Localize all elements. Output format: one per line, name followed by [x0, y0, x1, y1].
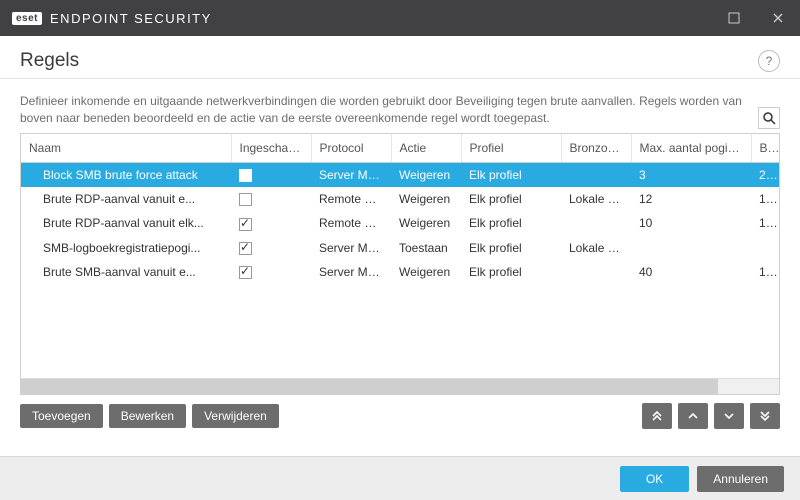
double-down-icon — [758, 409, 772, 423]
brand-logo: eset — [12, 12, 42, 25]
cell-max: 40 — [631, 260, 751, 284]
help-icon: ? — [766, 54, 773, 68]
cell-protocol: Server Mes... — [311, 260, 391, 284]
cell-protocol: Remote D... — [311, 187, 391, 211]
table-header-row: Naam Ingeschakeld Protocol Actie Profiel… — [21, 134, 779, 163]
col-header-b[interactable]: B... — [751, 134, 779, 163]
cell-profile: Elk profiel — [461, 187, 561, 211]
action-bar: Toevoegen Bewerken Verwijderen — [20, 403, 780, 429]
cell-max — [631, 236, 751, 260]
col-header-enabled[interactable]: Ingeschakeld — [231, 134, 311, 163]
move-down-button[interactable] — [714, 403, 744, 429]
cell-enabled — [231, 162, 311, 187]
cell-enabled — [231, 187, 311, 211]
double-up-icon — [650, 409, 664, 423]
titlebar: eset ENDPOINT SECURITY — [0, 0, 800, 36]
cell-enabled — [231, 260, 311, 284]
cell-b: 20 — [751, 162, 779, 187]
move-up-button[interactable] — [678, 403, 708, 429]
move-bottom-button[interactable] — [750, 403, 780, 429]
window-minimize-button[interactable] — [712, 0, 756, 36]
page-title: Regels — [20, 50, 79, 72]
cell-enabled — [231, 236, 311, 260]
col-header-protocol[interactable]: Protocol — [311, 134, 391, 163]
rules-table: Naam Ingeschakeld Protocol Actie Profiel… — [20, 133, 780, 396]
minimize-icon — [728, 12, 740, 24]
horizontal-scrollbar[interactable] — [21, 378, 779, 394]
cell-profile: Elk profiel — [461, 211, 561, 235]
search-button[interactable] — [758, 107, 780, 129]
cell-source — [561, 260, 631, 284]
cell-protocol: Server Mes... — [311, 162, 391, 187]
cell-name: Brute RDP-aanval vanuit e... — [21, 187, 231, 211]
help-button[interactable]: ? — [758, 50, 780, 72]
move-top-button[interactable] — [642, 403, 672, 429]
enabled-checkbox[interactable] — [239, 193, 252, 206]
cell-profile: Elk profiel — [461, 162, 561, 187]
enabled-checkbox[interactable] — [239, 266, 252, 279]
table-row[interactable]: Block SMB brute force attack Server Mes..… — [21, 162, 779, 187]
cell-action: Weigeren — [391, 162, 461, 187]
cell-name: Block SMB brute force attack — [21, 162, 231, 187]
cell-source: Lokale adr... — [561, 187, 631, 211]
edit-button[interactable]: Bewerken — [109, 404, 186, 428]
cell-profile: Elk profiel — [461, 260, 561, 284]
cell-max: 10 — [631, 211, 751, 235]
ok-button[interactable]: OK — [620, 466, 689, 492]
cell-protocol: Remote D... — [311, 211, 391, 235]
scrollbar-thumb[interactable] — [21, 379, 718, 394]
search-icon — [762, 111, 776, 125]
cell-protocol: Server Mes... — [311, 236, 391, 260]
delete-button[interactable]: Verwijderen — [192, 404, 279, 428]
description-text: Definieer inkomende en uitgaande netwerk… — [20, 93, 750, 127]
cell-b: 10 — [751, 211, 779, 235]
cell-source — [561, 211, 631, 235]
cell-name: Brute RDP-aanval vanuit elk... — [21, 211, 231, 235]
cell-enabled — [231, 211, 311, 235]
cell-b: 10 — [751, 187, 779, 211]
cell-max: 12 — [631, 187, 751, 211]
enabled-checkbox[interactable] — [239, 218, 252, 231]
add-button[interactable]: Toevoegen — [20, 404, 103, 428]
window-close-button[interactable] — [756, 0, 800, 36]
table-row[interactable]: Brute RDP-aanval vanuit e... Remote D...W… — [21, 187, 779, 211]
col-header-profile[interactable]: Profiel — [461, 134, 561, 163]
enabled-checkbox[interactable] — [239, 242, 252, 255]
cell-max: 3 — [631, 162, 751, 187]
cell-name: Brute SMB-aanval vanuit e... — [21, 260, 231, 284]
section-header: Regels ? — [0, 36, 800, 79]
cell-source: Lokale adr... — [561, 236, 631, 260]
brand: eset ENDPOINT SECURITY — [12, 11, 212, 26]
cell-action: Weigeren — [391, 260, 461, 284]
brand-product: ENDPOINT SECURITY — [50, 11, 212, 26]
cell-action: Toestaan — [391, 236, 461, 260]
dialog-footer: OK Annuleren — [0, 456, 800, 500]
content-area: Definieer inkomende en uitgaande netwerk… — [0, 79, 800, 429]
table-row[interactable]: Brute RDP-aanval vanuit elk... Remote D..… — [21, 211, 779, 235]
enabled-checkbox[interactable] — [239, 169, 252, 182]
cell-b — [751, 236, 779, 260]
cancel-button[interactable]: Annuleren — [697, 466, 784, 492]
cell-name: SMB-logboekregistratiepogi... — [21, 236, 231, 260]
table-empty-space — [21, 284, 779, 378]
cell-action: Weigeren — [391, 211, 461, 235]
col-header-name[interactable]: Naam — [21, 134, 231, 163]
col-header-source[interactable]: Bronzones — [561, 134, 631, 163]
cell-action: Weigeren — [391, 187, 461, 211]
col-header-max[interactable]: Max. aantal pogingen — [631, 134, 751, 163]
close-icon — [772, 12, 784, 24]
table-row[interactable]: SMB-logboekregistratiepogi... Server Mes.… — [21, 236, 779, 260]
col-header-action[interactable]: Actie — [391, 134, 461, 163]
cell-b: 10 — [751, 260, 779, 284]
cell-profile: Elk profiel — [461, 236, 561, 260]
down-icon — [722, 409, 736, 423]
up-icon — [686, 409, 700, 423]
cell-source — [561, 162, 631, 187]
table-row[interactable]: Brute SMB-aanval vanuit e... Server Mes..… — [21, 260, 779, 284]
